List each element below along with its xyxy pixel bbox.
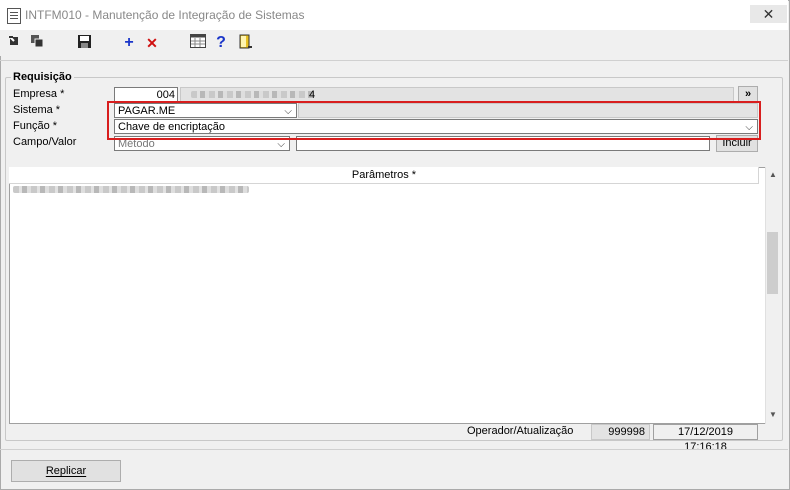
scrollbar-thumb[interactable] <box>767 232 778 294</box>
copy-icon[interactable] <box>28 34 46 52</box>
title-bar: INTFM010 - Manutenção de Integração de S… <box>0 0 788 30</box>
sistema-label: Sistema * <box>13 104 61 116</box>
funcao-label: Função * <box>13 120 58 132</box>
scroll-up-icon[interactable]: ▲ <box>769 170 777 179</box>
exit-door-icon[interactable] <box>236 34 254 52</box>
app-icon <box>7 8 21 24</box>
empresa-label: Empresa * <box>13 88 65 100</box>
window-title: INTFM010 - Manutenção de Integração de S… <box>25 8 305 22</box>
toolbar: + ✕ ? <box>0 30 788 56</box>
replicate-button[interactable]: Replicar <box>11 460 121 482</box>
save-icon[interactable] <box>75 34 93 52</box>
highlight-annotation <box>107 101 761 140</box>
calendar-grid-icon[interactable] <box>189 34 207 52</box>
operator-label: Operador/Atualização <box>467 425 574 437</box>
empresa-code-field[interactable]: 004 <box>114 87 178 102</box>
timestamp-field: 17/12/2019 17:16:18 <box>653 424 758 453</box>
campo-valor-label: Campo/Valor <box>13 136 77 148</box>
delete-icon[interactable]: ✕ <box>143 34 161 52</box>
header-divider <box>758 167 759 183</box>
scroll-down-icon[interactable]: ▼ <box>769 410 777 419</box>
obscured-text <box>191 91 313 98</box>
help-icon[interactable]: ? <box>212 34 230 52</box>
vertical-scrollbar[interactable]: ▲ ▼ <box>765 167 781 424</box>
operator-code-field: 999998 <box>591 424 650 440</box>
close-button[interactable]: ✕ <box>750 5 787 23</box>
group-title: Requisição <box>11 71 74 83</box>
footer-separator <box>0 449 788 450</box>
add-icon[interactable]: + <box>120 34 138 52</box>
toolbar-separator <box>0 60 788 61</box>
empresa-name-field: 4 <box>180 87 734 102</box>
parameters-header: Parâmetros * <box>9 167 759 184</box>
parameters-panel <box>9 167 780 424</box>
empresa-name-suffix: 4 <box>309 89 316 101</box>
parameters-row-obscured[interactable] <box>13 186 249 193</box>
first-record-icon[interactable] <box>5 34 23 52</box>
